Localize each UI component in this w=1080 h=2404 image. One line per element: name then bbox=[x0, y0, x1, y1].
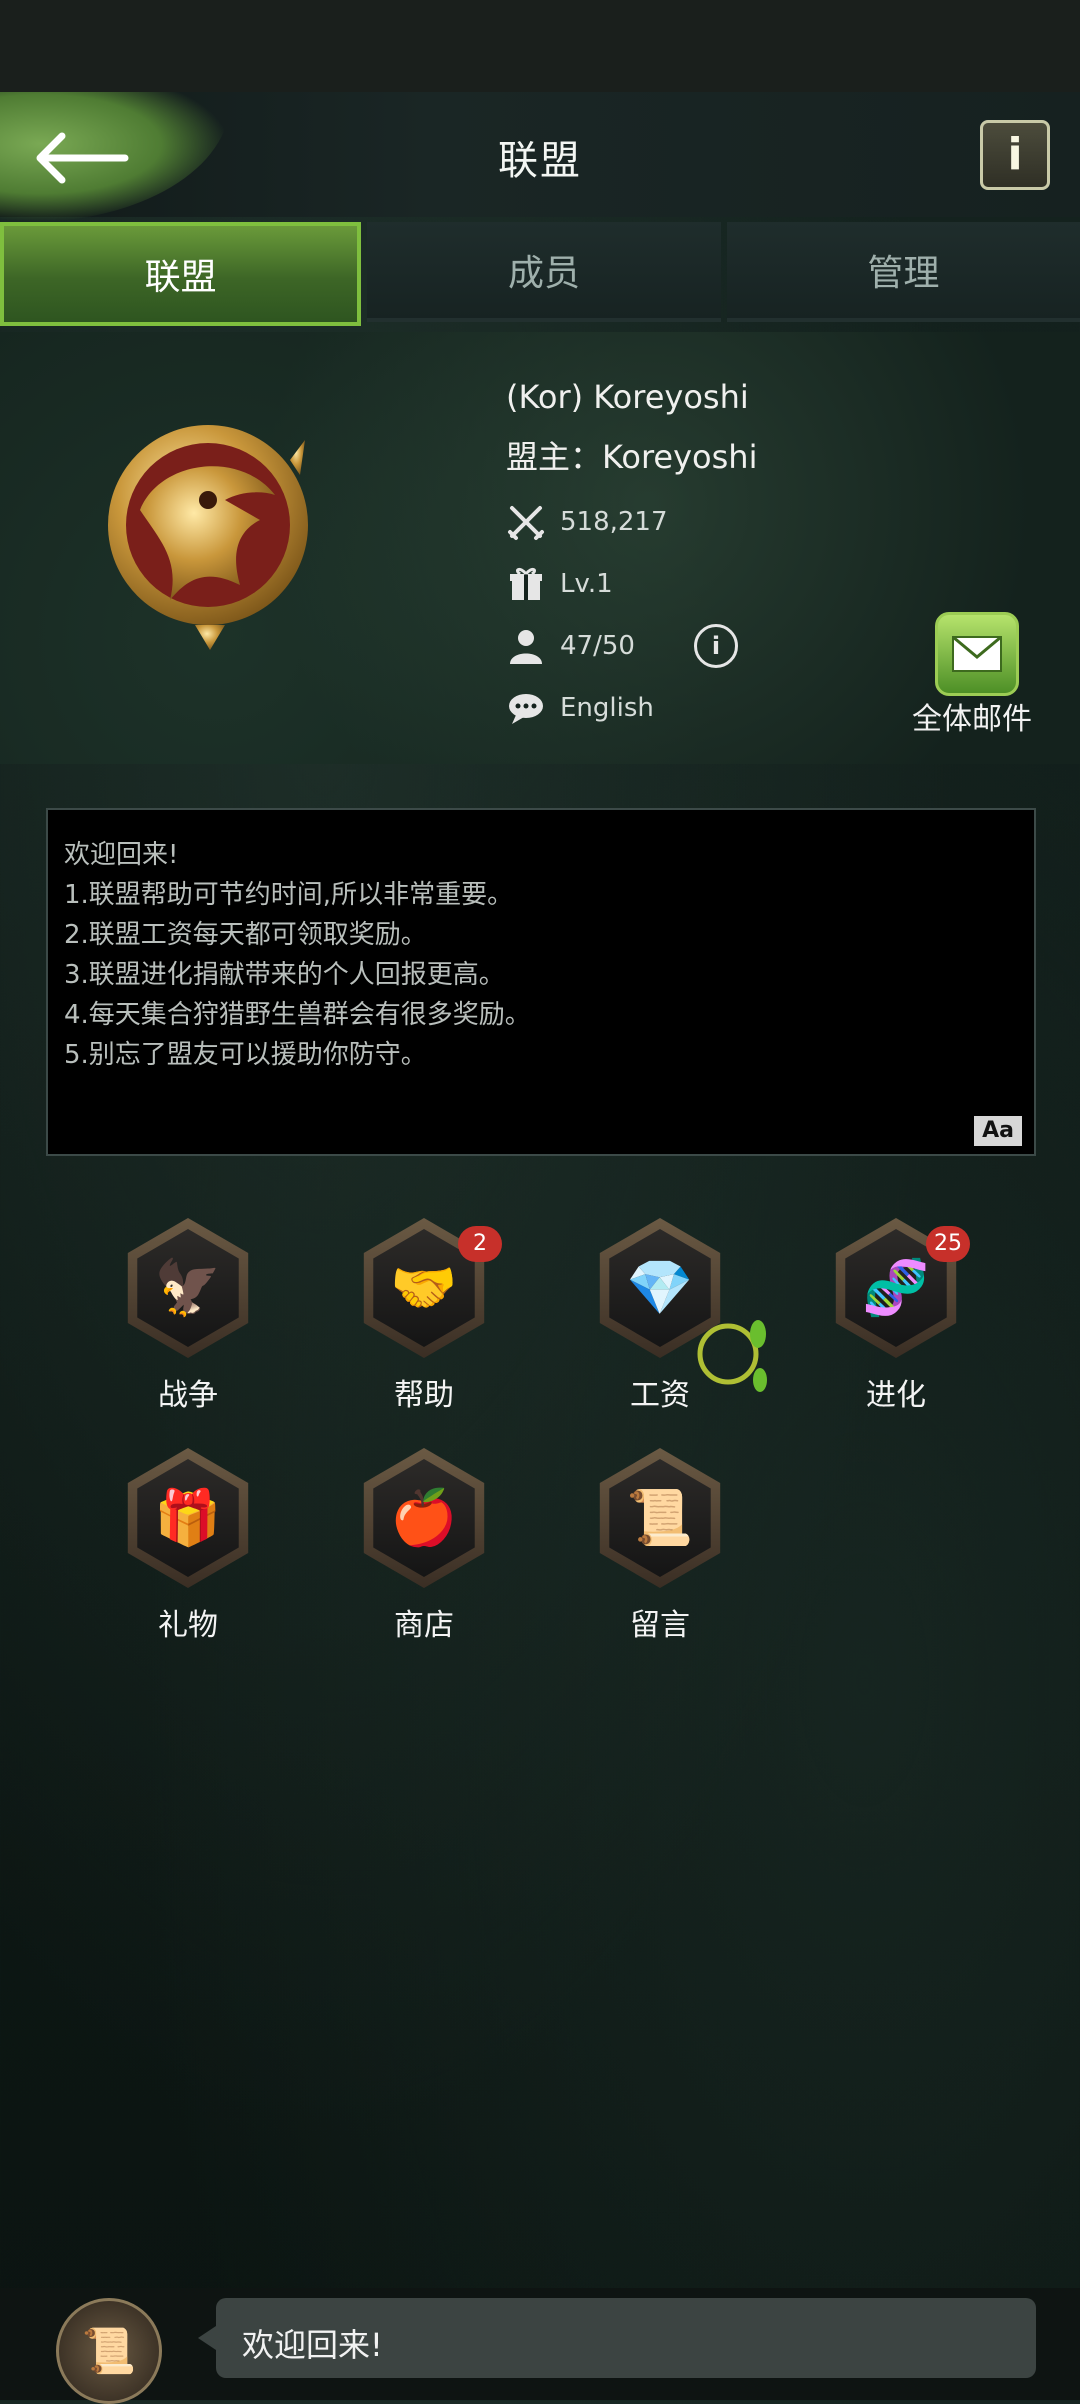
message-board-button[interactable]: 📜 留言 bbox=[580, 1448, 740, 1648]
alliance-notice-board: 欢迎回来! 1.联盟帮助可节约时间,所以非常重要。 2.联盟工资每天都可领取奖励… bbox=[46, 808, 1036, 1156]
members-stat: 47/50 bbox=[506, 624, 635, 668]
mass-mail-button[interactable]: 全体邮件 bbox=[905, 612, 1032, 737]
tab-label: 成员 bbox=[507, 253, 580, 294]
notice-line: 3.联盟进化捐献带来的个人回报更高。 bbox=[64, 960, 505, 990]
evolution-badge: 25 bbox=[926, 1226, 970, 1262]
claw-icon: 🦅 bbox=[127, 1218, 249, 1358]
shop-label: 商店 bbox=[394, 1608, 454, 1643]
tab-label: 管理 bbox=[867, 253, 940, 294]
apples-icon: 🍎 bbox=[363, 1448, 485, 1588]
tab-members[interactable]: 成员 bbox=[367, 222, 721, 322]
chat-message: 欢迎回来! bbox=[242, 2326, 383, 2364]
message-board-label: 留言 bbox=[630, 1608, 690, 1643]
gift-icon bbox=[510, 567, 542, 600]
falcon-emblem-icon bbox=[108, 425, 308, 650]
shop-button[interactable]: 🍎 商店 bbox=[344, 1448, 504, 1648]
person-icon bbox=[510, 630, 542, 664]
speech-bubble-icon bbox=[509, 694, 543, 724]
war-button[interactable]: 🦅 战争 bbox=[108, 1218, 268, 1418]
envelope-icon bbox=[935, 612, 1019, 696]
evolution-button[interactable]: 🧬 25 进化 bbox=[816, 1218, 976, 1418]
war-label: 战争 bbox=[158, 1378, 218, 1413]
level-value: Lv.1 bbox=[560, 569, 613, 599]
gift-label: 礼物 bbox=[158, 1608, 218, 1643]
notes-icon: 📜 bbox=[599, 1448, 721, 1588]
evolution-label: 进化 bbox=[866, 1378, 926, 1413]
help-label: 帮助 bbox=[394, 1378, 454, 1413]
salary-button[interactable]: 💎 工资 bbox=[580, 1218, 767, 1418]
power-stat: 518,217 bbox=[506, 500, 668, 544]
members-value: 47/50 bbox=[560, 631, 635, 661]
notes-icon: 📜 bbox=[81, 2326, 137, 2377]
notice-line: 1.联盟帮助可节约时间,所以非常重要。 bbox=[64, 880, 514, 910]
translate-icon[interactable]: Aa bbox=[974, 1116, 1022, 1146]
glow-ring-icon bbox=[697, 1320, 767, 1392]
tab-alliance[interactable]: 联盟 bbox=[0, 222, 362, 326]
mass-mail-label: 全体邮件 bbox=[912, 702, 1032, 737]
help-button[interactable]: 🤝 2 帮助 bbox=[344, 1218, 504, 1418]
power-value: 518,217 bbox=[560, 507, 668, 537]
language-stat: English bbox=[506, 686, 654, 730]
help-badge: 2 bbox=[458, 1226, 502, 1262]
tab-bar: 联盟 成员 管理 bbox=[0, 222, 1080, 326]
alliance-leader: 盟主：Koreyoshi bbox=[506, 438, 758, 476]
members-info-icon[interactable]: i bbox=[694, 624, 738, 668]
notice-line: 欢迎回来! bbox=[64, 840, 179, 870]
status-bar bbox=[0, 0, 1080, 92]
alliance-emblem[interactable] bbox=[90, 400, 330, 660]
chat-avatar[interactable]: 📜 bbox=[56, 2298, 162, 2404]
tab-manage[interactable]: 管理 bbox=[726, 222, 1080, 322]
notice-line: 5.别忘了盟友可以援助你防守。 bbox=[64, 1040, 427, 1070]
gift-button[interactable]: 🎁 礼物 bbox=[108, 1448, 268, 1648]
tab-label: 联盟 bbox=[144, 257, 217, 298]
crossed-swords-icon bbox=[508, 506, 544, 540]
notice-line: 4.每天集合狩猎野生兽群会有很多奖励。 bbox=[64, 1000, 531, 1030]
gift-icon: 🎁 bbox=[127, 1448, 249, 1588]
chat-bubble[interactable]: 欢迎回来! bbox=[198, 2298, 1036, 2378]
page-title: 联盟 bbox=[498, 138, 582, 184]
notice-line: 2.联盟工资每天都可领取奖励。 bbox=[64, 920, 427, 950]
language-value: English bbox=[560, 693, 654, 723]
alliance-name: (Kor) Koreyoshi bbox=[506, 378, 749, 416]
info-button[interactable]: i bbox=[980, 120, 1050, 190]
level-stat: Lv.1 bbox=[506, 562, 613, 606]
